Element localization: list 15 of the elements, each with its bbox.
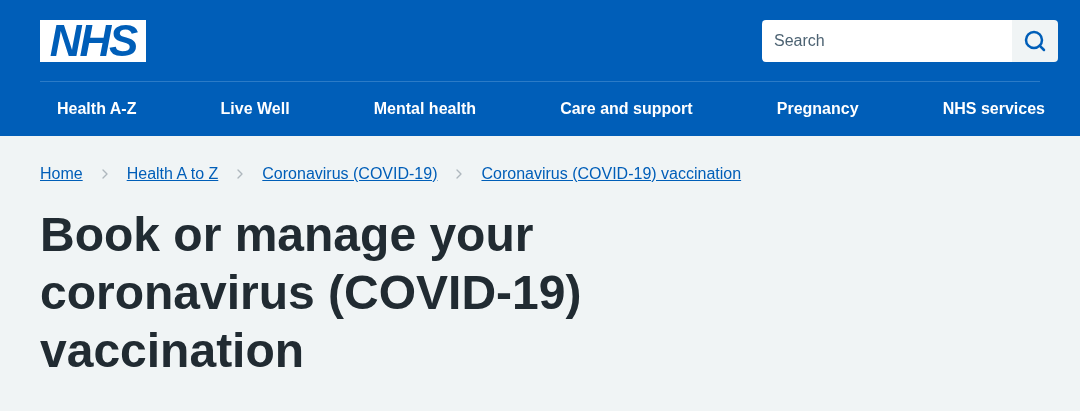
nhs-logo[interactable]: NHS [40,19,146,62]
nav-link[interactable]: NHS services [942,97,1045,121]
breadcrumb-link[interactable]: Coronavirus (COVID-19) vaccination [481,162,742,186]
search-button[interactable] [1012,19,1058,62]
nav-link[interactable]: Health A-Z [57,97,137,121]
page-title: Book or manage your coronavirus (COVID-19) vaccination [40,207,583,379]
nav-link[interactable]: Mental health [373,97,476,121]
breadcrumb-link[interactable]: Health A to Z [126,162,219,186]
breadcrumb-link[interactable]: Coronavirus (COVID-19) [262,162,438,186]
breadcrumb-link[interactable]: Home [40,162,83,186]
search-icon [1023,28,1047,53]
nav-link[interactable]: Live Well [220,97,290,121]
nav-link[interactable]: Pregnancy [776,97,859,121]
nav-link[interactable]: Care and support [560,97,693,121]
search-field[interactable]: Search [762,19,1012,62]
